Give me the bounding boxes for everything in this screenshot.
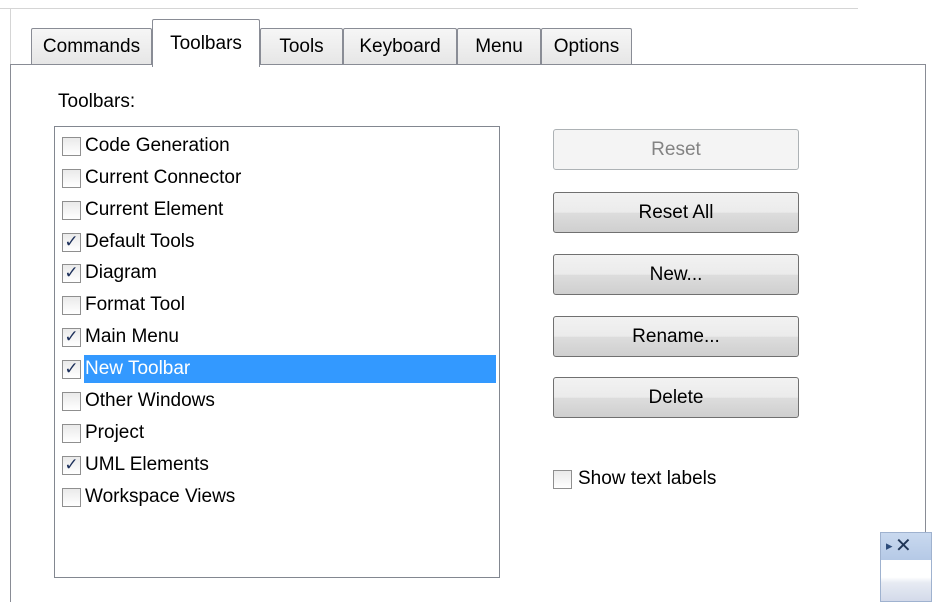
list-item-label: Main Menu	[85, 326, 179, 347]
toolbars-list[interactable]: Code Generation Current Connector Curren…	[54, 126, 500, 578]
tab-strip: Commands Toolbars Tools Keyboard Menu Op…	[0, 0, 932, 67]
reset-all-button[interactable]: Reset All	[553, 192, 799, 233]
checkbox[interactable]	[62, 168, 81, 188]
checkbox[interactable]	[62, 423, 81, 443]
tab-tools[interactable]: Tools	[260, 28, 343, 64]
list-item-label: Current Element	[85, 199, 224, 220]
list-item[interactable]: Current Element	[62, 195, 226, 225]
list-item[interactable]: Other Windows	[62, 386, 218, 416]
tab-commands[interactable]: Commands	[31, 28, 152, 64]
list-item-label: Diagram	[85, 262, 157, 283]
show-text-labels-option[interactable]: Show text labels	[553, 465, 716, 493]
floating-toolbar[interactable]: ▸ ✕	[880, 532, 932, 602]
checkbox[interactable]	[62, 136, 81, 156]
checkbox[interactable]: ✓	[62, 263, 81, 283]
list-item[interactable]: ✓ Main Menu	[62, 322, 182, 352]
list-item-label: Project	[85, 422, 145, 443]
checkbox[interactable]: ✓	[62, 327, 81, 347]
delete-button[interactable]: Delete	[553, 377, 799, 418]
floating-toolbar-body	[880, 560, 932, 602]
list-item-label: Other Windows	[85, 390, 215, 411]
list-item-label: UML Elements	[85, 454, 209, 475]
list-item[interactable]: ✓ New Toolbar	[62, 354, 496, 384]
checkbox[interactable]: ✓	[62, 359, 81, 379]
list-item[interactable]: ✓ UML Elements	[62, 450, 212, 480]
tab-toolbars[interactable]: Toolbars	[152, 19, 260, 67]
list-item[interactable]: ✓ Diagram	[62, 258, 160, 288]
floating-toolbar-titlebar[interactable]: ▸ ✕	[880, 532, 932, 560]
checkbox[interactable]	[62, 295, 81, 315]
list-item-label: Default Tools	[85, 231, 195, 252]
list-item[interactable]: Code Generation	[62, 131, 233, 161]
list-item[interactable]: Format Tool	[62, 290, 188, 320]
checkbox[interactable]: ✓	[62, 232, 81, 252]
toolbars-label: Toolbars:	[58, 91, 136, 112]
close-icon[interactable]: ✕	[895, 533, 912, 559]
show-text-labels-label: Show text labels	[578, 468, 717, 489]
checkbox[interactable]	[62, 200, 81, 220]
checkbox[interactable]	[62, 391, 81, 411]
list-item-label: New Toolbar	[84, 355, 496, 383]
list-item-label: Current Connector	[85, 167, 242, 188]
rename-button[interactable]: Rename...	[553, 316, 799, 357]
checkbox[interactable]: ✓	[62, 455, 81, 475]
new-toolbar-button[interactable]: New...	[553, 254, 799, 295]
show-text-labels-checkbox[interactable]	[553, 469, 572, 489]
checkbox[interactable]	[62, 487, 81, 507]
list-item-label: Format Tool	[85, 294, 185, 315]
customize-dialog: Commands Toolbars Tools Keyboard Menu Op…	[0, 0, 932, 602]
toolbar-grip-icon[interactable]: ▸	[886, 536, 893, 556]
tab-options[interactable]: Options	[541, 28, 632, 64]
list-item[interactable]: Project	[62, 418, 147, 448]
tab-keyboard[interactable]: Keyboard	[343, 28, 457, 64]
list-item[interactable]: Current Connector	[62, 163, 244, 193]
list-item[interactable]: ✓ Default Tools	[62, 227, 198, 257]
reset-button[interactable]: Reset	[553, 129, 799, 170]
list-item[interactable]: Workspace Views	[62, 482, 238, 512]
list-item-label: Code Generation	[85, 135, 230, 156]
tab-menu[interactable]: Menu	[457, 28, 541, 64]
list-item-label: Workspace Views	[85, 486, 236, 507]
